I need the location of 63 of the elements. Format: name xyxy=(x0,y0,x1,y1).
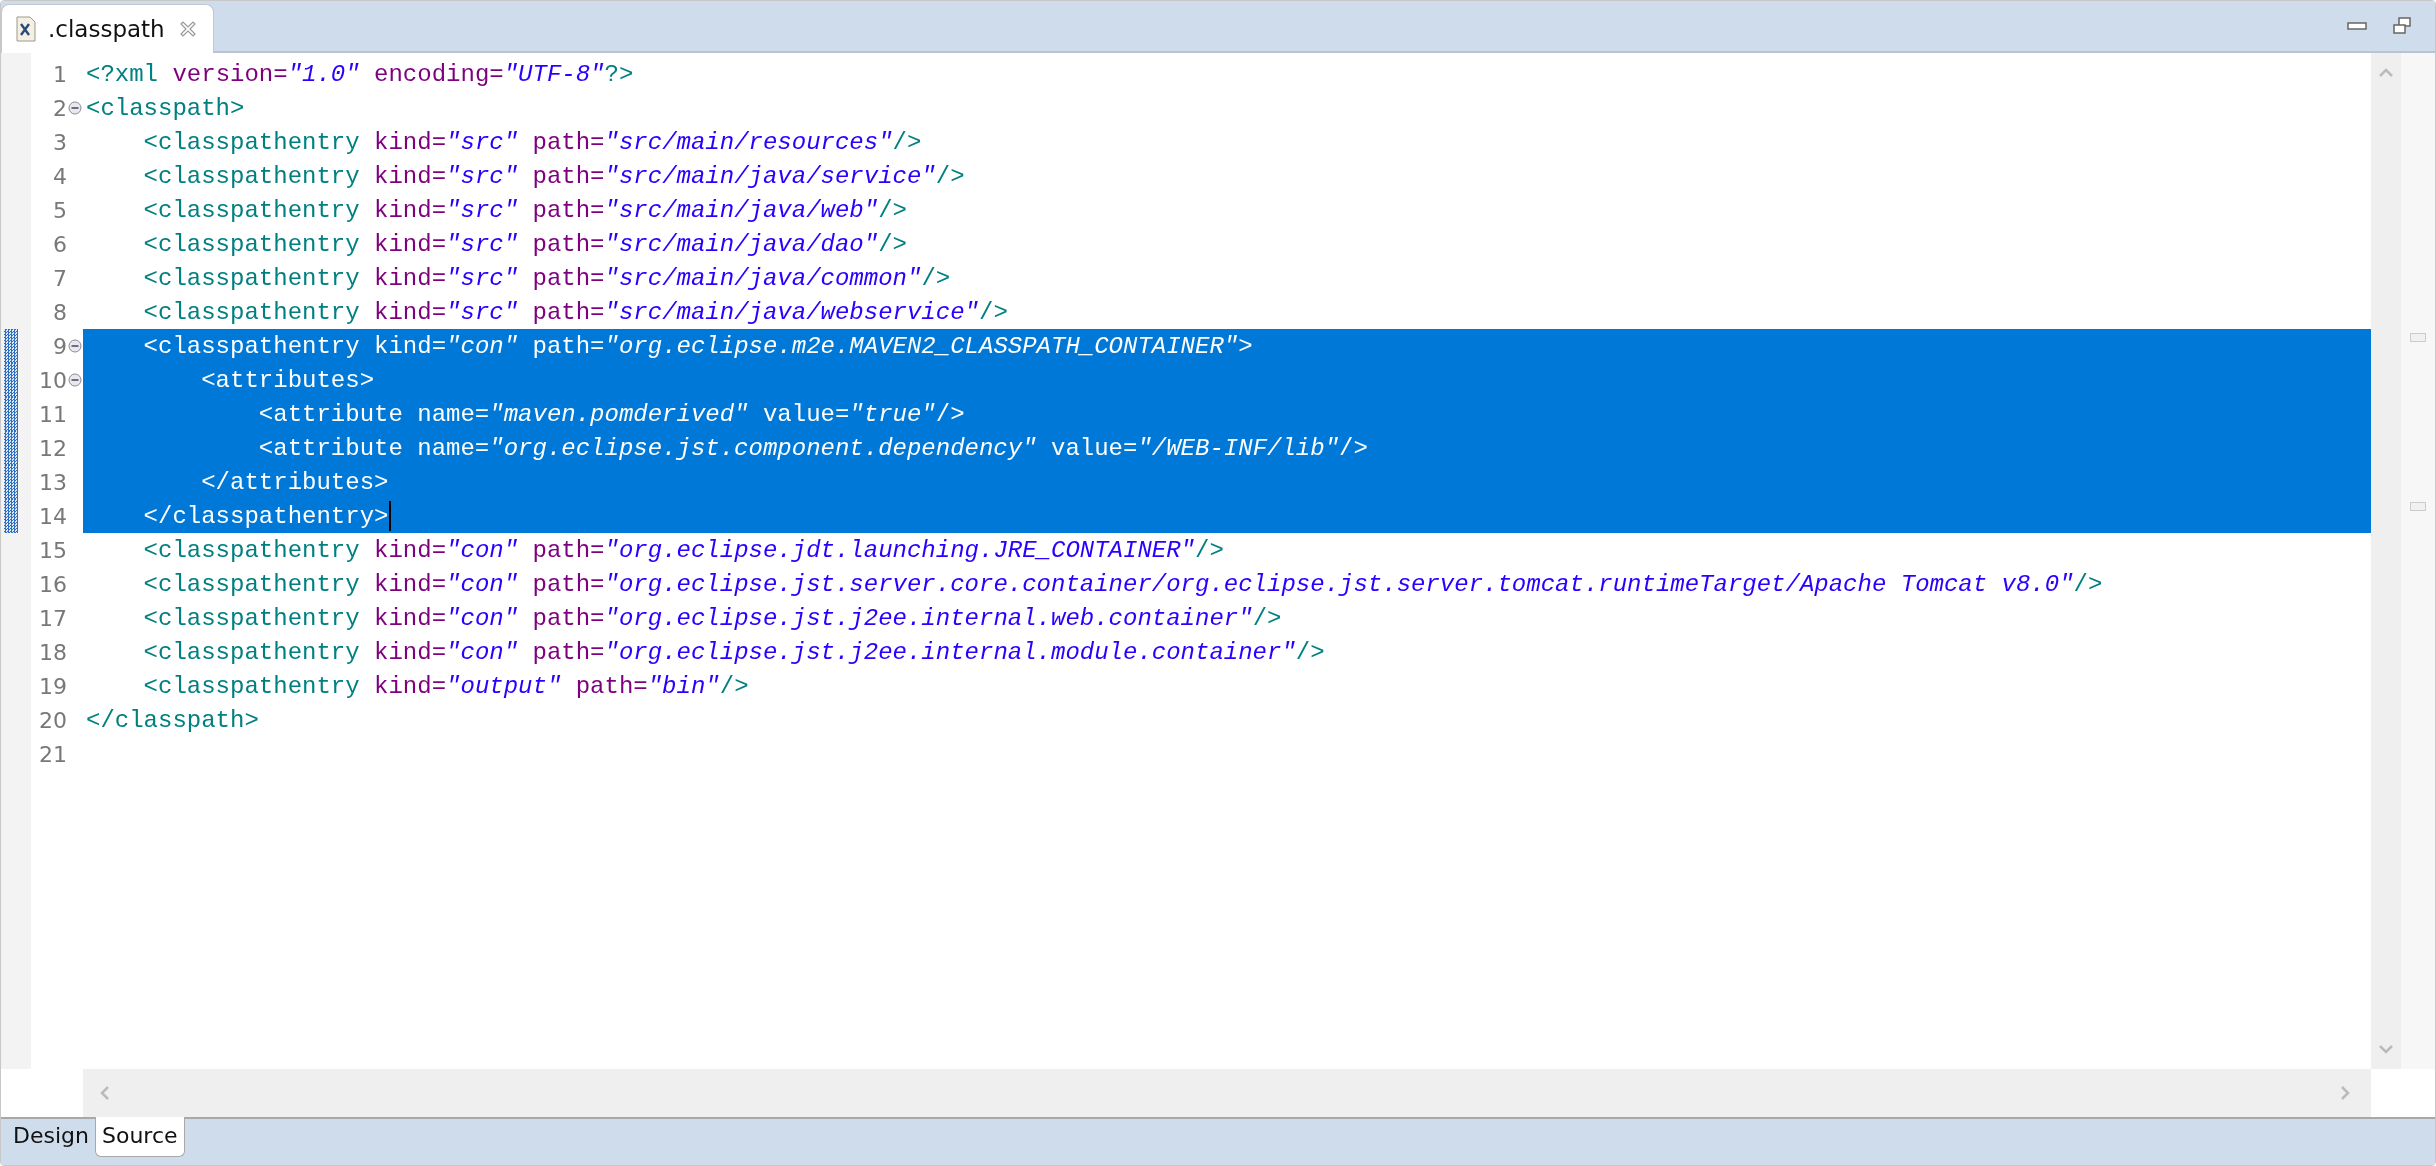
selection-marker xyxy=(4,329,18,363)
code-line: <classpathentry kind="con" path="org.eclipse.jst.server.core.container/org.eclipse.jst.server.tomcat.runtimeTarget/Apache Tomcat v8.0"/> xyxy=(142,570,2103,598)
code-line: <attribute name="org.eclipse.jst.component.dependency" value="/WEB-INF/lib"/> xyxy=(257,434,1368,462)
line-number: 19 xyxy=(38,673,67,699)
minimize-icon[interactable] xyxy=(2347,21,2369,31)
line-number: 20 xyxy=(38,707,67,733)
xml-file-icon xyxy=(16,16,36,42)
line-number: 15 xyxy=(38,537,67,563)
code-line: <classpath> xyxy=(86,94,245,122)
horizontal-scrollbar[interactable] xyxy=(83,1069,2371,1117)
code-line: <classpathentry kind="con" path="org.eclipse.jdt.launching.JRE_CONTAINER"/> xyxy=(142,536,1224,564)
tab-title: .classpath xyxy=(48,16,165,42)
collapse-icon[interactable] xyxy=(68,339,82,353)
line-number: 7 xyxy=(52,265,67,291)
code-line: <classpathentry kind="src" path="src/main/java/dao"/> xyxy=(142,230,907,258)
restore-icon[interactable] xyxy=(2393,17,2411,35)
selection-marker xyxy=(4,363,18,397)
line-number: 2 xyxy=(52,95,67,121)
code-line: </classpath> xyxy=(86,706,259,734)
code-line: </classpathentry> xyxy=(142,502,389,530)
line-number: 1 xyxy=(52,61,67,87)
line-number: 8 xyxy=(52,299,67,325)
line-number: 21 xyxy=(38,741,67,767)
editor-tab[interactable]: .classpath xyxy=(1,4,214,53)
line-number: 11 xyxy=(38,401,67,427)
selection-marker xyxy=(4,499,18,533)
scroll-up-icon[interactable] xyxy=(2378,67,2394,77)
code-line: <classpathentry kind="src" path="src/main/java/web"/> xyxy=(142,196,907,224)
line-number: 14 xyxy=(38,503,67,529)
editor-mode-tab[interactable]: Source xyxy=(94,1117,185,1157)
line-number: 16 xyxy=(38,571,67,597)
collapse-icon[interactable] xyxy=(68,101,82,115)
line-number: 6 xyxy=(52,231,67,257)
editor-mode-tab[interactable]: Design xyxy=(7,1117,95,1156)
line-number: 17 xyxy=(38,605,67,631)
code-line: <classpathentry kind="con" path="org.eclipse.jst.j2ee.internal.module.container"/> xyxy=(142,638,1325,666)
code-line: <classpathentry kind="src" path="src/main/java/common"/> xyxy=(142,264,951,292)
collapse-icon[interactable] xyxy=(68,373,82,387)
code-line: <classpathentry kind="con" path="org.eclipse.jst.j2ee.internal.web.container"/> xyxy=(142,604,1282,632)
scroll-left-icon[interactable] xyxy=(99,1085,109,1101)
line-number: 18 xyxy=(38,639,67,665)
vertical-scrollbar[interactable] xyxy=(2371,53,2401,1069)
code-line: <classpathentry kind="output" path="bin"/> xyxy=(142,672,749,700)
code-line: <?xml version="1.0" encoding="UTF-8"?> xyxy=(86,60,634,88)
code-line: </attributes> xyxy=(200,468,389,496)
line-number: 13 xyxy=(38,469,67,495)
selection-marker xyxy=(4,431,18,465)
code-line: <attribute name="maven.pomderived" value="true"/> xyxy=(257,400,965,428)
line-number: 4 xyxy=(52,163,67,189)
line-number: 9 xyxy=(52,333,67,359)
line-number: 5 xyxy=(52,197,67,223)
code-line: <classpathentry kind="src" path="src/main/java/webservice"/> xyxy=(142,298,1008,326)
line-number: 10 xyxy=(38,367,67,393)
selection-marker xyxy=(4,465,18,499)
line-number: 3 xyxy=(52,129,67,155)
code-line: <classpathentry kind="con" path="org.eclipse.m2e.MAVEN2_CLASSPATH_CONTAINER"> xyxy=(142,332,1253,360)
scroll-down-icon[interactable] xyxy=(2378,1045,2394,1055)
code-line: <attributes> xyxy=(200,366,375,394)
code-line: <classpathentry kind="src" path="src/main/java/service"/> xyxy=(142,162,965,190)
code-line: <classpathentry kind="src" path="src/main/resources"/> xyxy=(142,128,922,156)
selection-marker xyxy=(4,397,18,431)
scroll-right-icon[interactable] xyxy=(2341,1085,2351,1101)
line-number: 12 xyxy=(38,435,67,461)
